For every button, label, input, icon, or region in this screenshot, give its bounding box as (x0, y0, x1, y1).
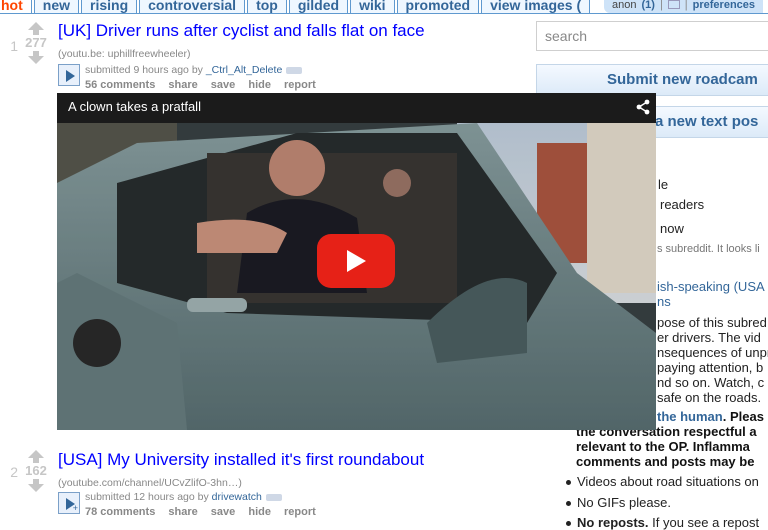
bullet (566, 521, 571, 526)
post-title-link[interactable]: [UK] Driver runs after cyclist and falls… (58, 21, 425, 41)
user-flair-icon (265, 493, 282, 501)
author-link[interactable]: drivewatch (212, 491, 262, 503)
report-link[interactable]: report (284, 506, 316, 518)
sidebar-link[interactable]: ns (657, 294, 671, 309)
sidebar-text: le (658, 177, 669, 192)
comments-link[interactable]: 78 comments (85, 506, 155, 518)
sidebar-text: s subreddit. It looks li (657, 243, 760, 255)
video-player[interactable]: A clown takes a pratfall (57, 93, 656, 430)
user-flair-icon (286, 66, 303, 74)
post-rank: 2 (10, 464, 18, 480)
play-icon[interactable]: + (58, 492, 80, 514)
username-link[interactable]: anon (612, 0, 636, 11)
downvote-arrow-icon[interactable] (22, 479, 50, 492)
user-box: anon (1) | | preferences (604, 0, 764, 13)
post-title-link[interactable]: [USA] My University installed it's first… (58, 450, 424, 470)
sidebar-text: readers (660, 197, 705, 212)
post-buttons: 56 comments share save hide report (85, 79, 326, 91)
search-input[interactable]: search (536, 21, 768, 51)
hide-link[interactable]: hide (248, 506, 271, 518)
downvote-arrow-icon[interactable] (22, 51, 50, 64)
post-rank: 1 (10, 38, 18, 54)
separator: | (684, 0, 688, 11)
sidebar-link[interactable]: ish-speaking (USA (657, 279, 765, 294)
video-title[interactable]: A clown takes a pratfall (68, 99, 201, 114)
vote-box: 277 (22, 22, 50, 64)
mail-icon[interactable] (667, 0, 680, 9)
submitted-text: submitted 9 hours ago by (85, 64, 206, 76)
share-link[interactable]: share (168, 506, 197, 518)
share-link[interactable]: share (168, 79, 197, 91)
sidebar-rule-text: comments and posts may be (576, 454, 755, 469)
comments-link[interactable]: 56 comments (85, 79, 155, 91)
post-tagline: submitted 12 hours ago by drivewatch (85, 491, 282, 503)
sidebar-rule-item: No reposts. If you see a repost (577, 515, 759, 530)
post-tagline: submitted 9 hours ago by _Ctrl_Alt_Delet… (85, 64, 303, 76)
hide-link[interactable]: hide (248, 79, 271, 91)
sidebar-rule-item: No GIFs please. (577, 495, 671, 510)
save-link[interactable]: save (211, 506, 235, 518)
sidebar-rule-bold: No reposts. (577, 515, 649, 530)
sidebar-text: pose of this subred (657, 315, 767, 330)
post-domain[interactable]: (youtube.com/channel/UCvZlifO-3hn…) (58, 477, 242, 489)
author-link[interactable]: _Ctrl_Alt_Delete (206, 64, 282, 76)
sidebar-text: er drivers. The vid (657, 330, 761, 345)
human-link[interactable]: the human (657, 409, 723, 424)
sidebar-text: safe on the roads. (657, 390, 762, 405)
submitted-text: submitted 12 hours ago by (85, 491, 212, 503)
post-2: 2 162 [USA] My University installed it's… (0, 440, 530, 525)
play-icon[interactable] (58, 64, 80, 86)
vote-box: 162 (22, 450, 50, 492)
post-buttons: 78 comments share save hide report (85, 506, 326, 518)
sidebar-rule-item: Videos about road situations on (577, 474, 759, 489)
post-score: 277 (25, 35, 47, 50)
sidebar-human-line: the human. Pleas (657, 409, 764, 424)
post-1: 1 277 [UK] Driver runs after cyclist and… (0, 0, 530, 95)
sidebar-rule-text: relevant to the OP. Inflamma (576, 439, 750, 454)
karma-count: (1) (641, 0, 655, 11)
post-score: 162 (25, 463, 47, 478)
share-icon[interactable] (636, 99, 650, 118)
bullet (566, 480, 571, 485)
post-domain[interactable]: (youtu.be: uphillfreewheeler) (58, 48, 191, 60)
youtube-play-icon[interactable] (317, 234, 395, 288)
upvote-arrow-icon[interactable] (22, 450, 50, 463)
separator: | (659, 0, 663, 11)
sidebar-text: nd so on. Watch, c (657, 375, 765, 390)
sidebar-text: now (660, 221, 684, 236)
upvote-arrow-icon[interactable] (22, 22, 50, 35)
sidebar-text: nsequences of unpr (657, 345, 768, 360)
report-link[interactable]: report (284, 79, 316, 91)
submit-link-button[interactable]: Submit new roadcam (536, 64, 768, 96)
save-link[interactable]: save (211, 79, 235, 91)
sidebar-text: . Pleas (722, 409, 764, 424)
sidebar-text: If you see a repost (648, 515, 760, 530)
bullet (566, 501, 571, 506)
sidebar-text: paying attention, b (657, 360, 764, 375)
preferences-link[interactable]: preferences (693, 0, 755, 11)
